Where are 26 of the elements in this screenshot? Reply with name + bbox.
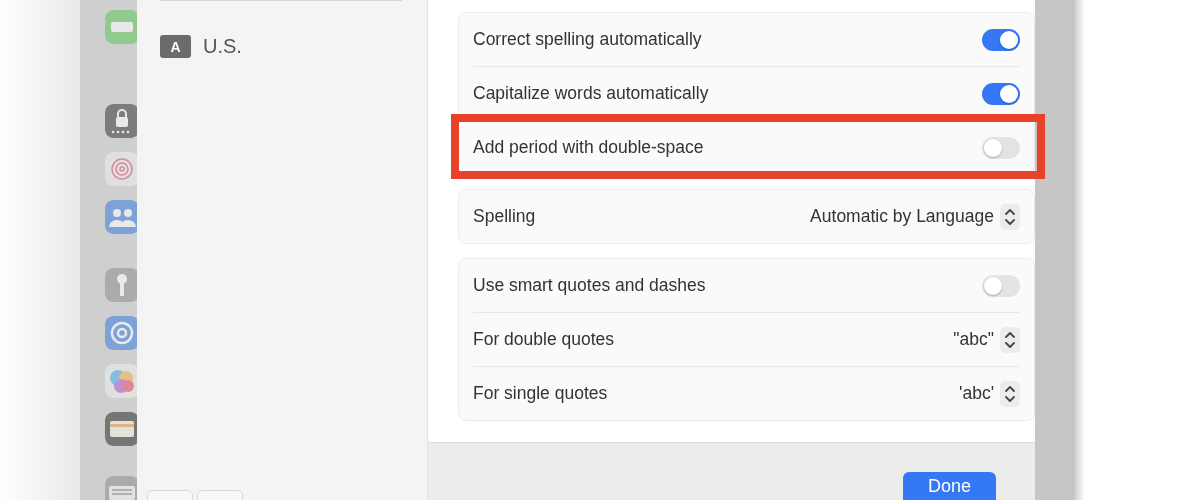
toggle-switch[interactable] [982, 28, 1020, 51]
bubbles-icon[interactable] [105, 364, 137, 398]
popup-menu[interactable]: "abc" [953, 326, 1020, 353]
chevrons-icon [1000, 203, 1020, 230]
setting-label: Spelling [473, 206, 536, 227]
input-source-name[interactable]: U.S. [203, 35, 242, 58]
setting-label: Use smart quotes and dashes [473, 275, 706, 296]
users-icon[interactable] [105, 200, 137, 234]
chevrons-icon [1000, 380, 1020, 407]
setting-label: Correct spelling automatically [473, 29, 702, 50]
setting-label: For single quotes [473, 383, 608, 404]
done-button[interactable]: Done [903, 472, 996, 500]
toggle-switch[interactable] [982, 274, 1020, 297]
toggle-switch[interactable] [982, 82, 1020, 105]
setting-label: Add period with double-space [473, 137, 704, 158]
setting-label: For double quotes [473, 329, 615, 350]
toggle-switch[interactable] [982, 136, 1020, 159]
wallet-icon[interactable] [105, 412, 137, 446]
input-source-badge: A [160, 35, 191, 58]
popup-menu[interactable]: Automatic by Language [810, 203, 1020, 230]
chevrons-icon [1000, 326, 1020, 353]
battery-icon[interactable] [105, 10, 137, 44]
setting-label: Capitalize words automatically [473, 83, 709, 104]
key-icon[interactable] [105, 268, 137, 302]
lock-icon[interactable] [105, 104, 137, 138]
popup-menu[interactable]: 'abc' [959, 380, 1020, 407]
